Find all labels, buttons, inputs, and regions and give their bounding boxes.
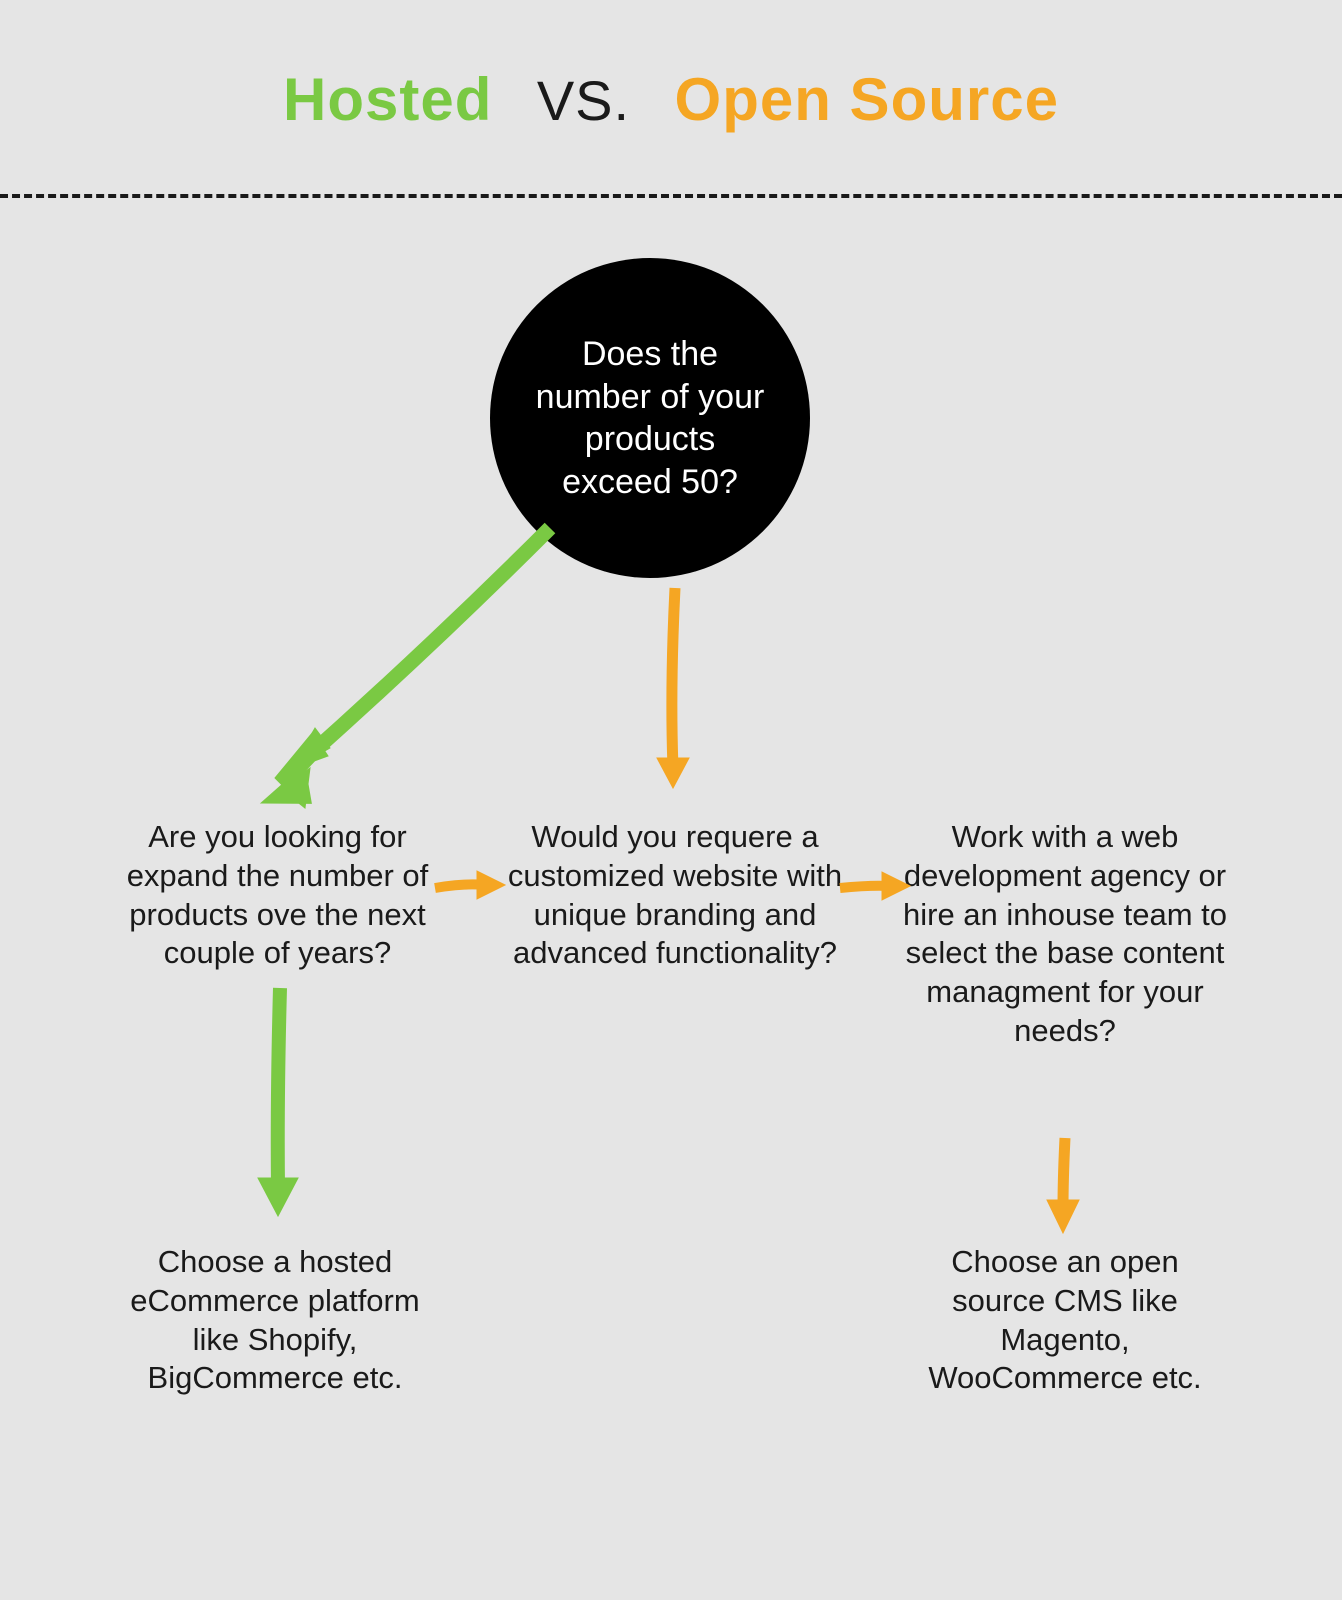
arrow-agency-to-opensource-icon [1035, 1138, 1095, 1248]
arrow-start-to-custom-icon [645, 588, 705, 808]
node-hosted-result-text: Choose a hosted eCommerce platform like … [130, 1244, 419, 1395]
node-expand-text: Are you looking for expand the number of… [127, 819, 429, 970]
node-expand: Are you looking for expand the number of… [95, 818, 460, 973]
header: Hosted VS. Open Source [0, 0, 1342, 184]
node-custom: Would you requere a customized website w… [490, 818, 860, 973]
node-agency: Work with a web development agency or hi… [890, 818, 1240, 1051]
title-hosted: Hosted [283, 66, 492, 133]
title-opensource: Open Source [675, 66, 1059, 133]
node-hosted-result: Choose a hosted eCommerce platform like … [120, 1243, 430, 1398]
node-custom-text: Would you requere a customized website w… [508, 819, 842, 970]
start-node-text: Does the number of your products exceed … [530, 333, 770, 503]
node-agency-text: Work with a web development agency or hi… [903, 819, 1227, 1048]
arrowhead-green-diag-icon [255, 753, 325, 823]
title-vs: VS. [537, 69, 630, 132]
node-opensource-result-text: Choose an open source CMS like Magento, … [928, 1244, 1201, 1395]
arrow-expand-to-hosted-icon [250, 988, 310, 1228]
divider [0, 194, 1342, 198]
node-opensource-result: Choose an open source CMS like Magento, … [910, 1243, 1220, 1398]
arrow-custom-to-agency-icon [840, 863, 920, 913]
arrow-expand-to-custom-icon [435, 863, 515, 913]
